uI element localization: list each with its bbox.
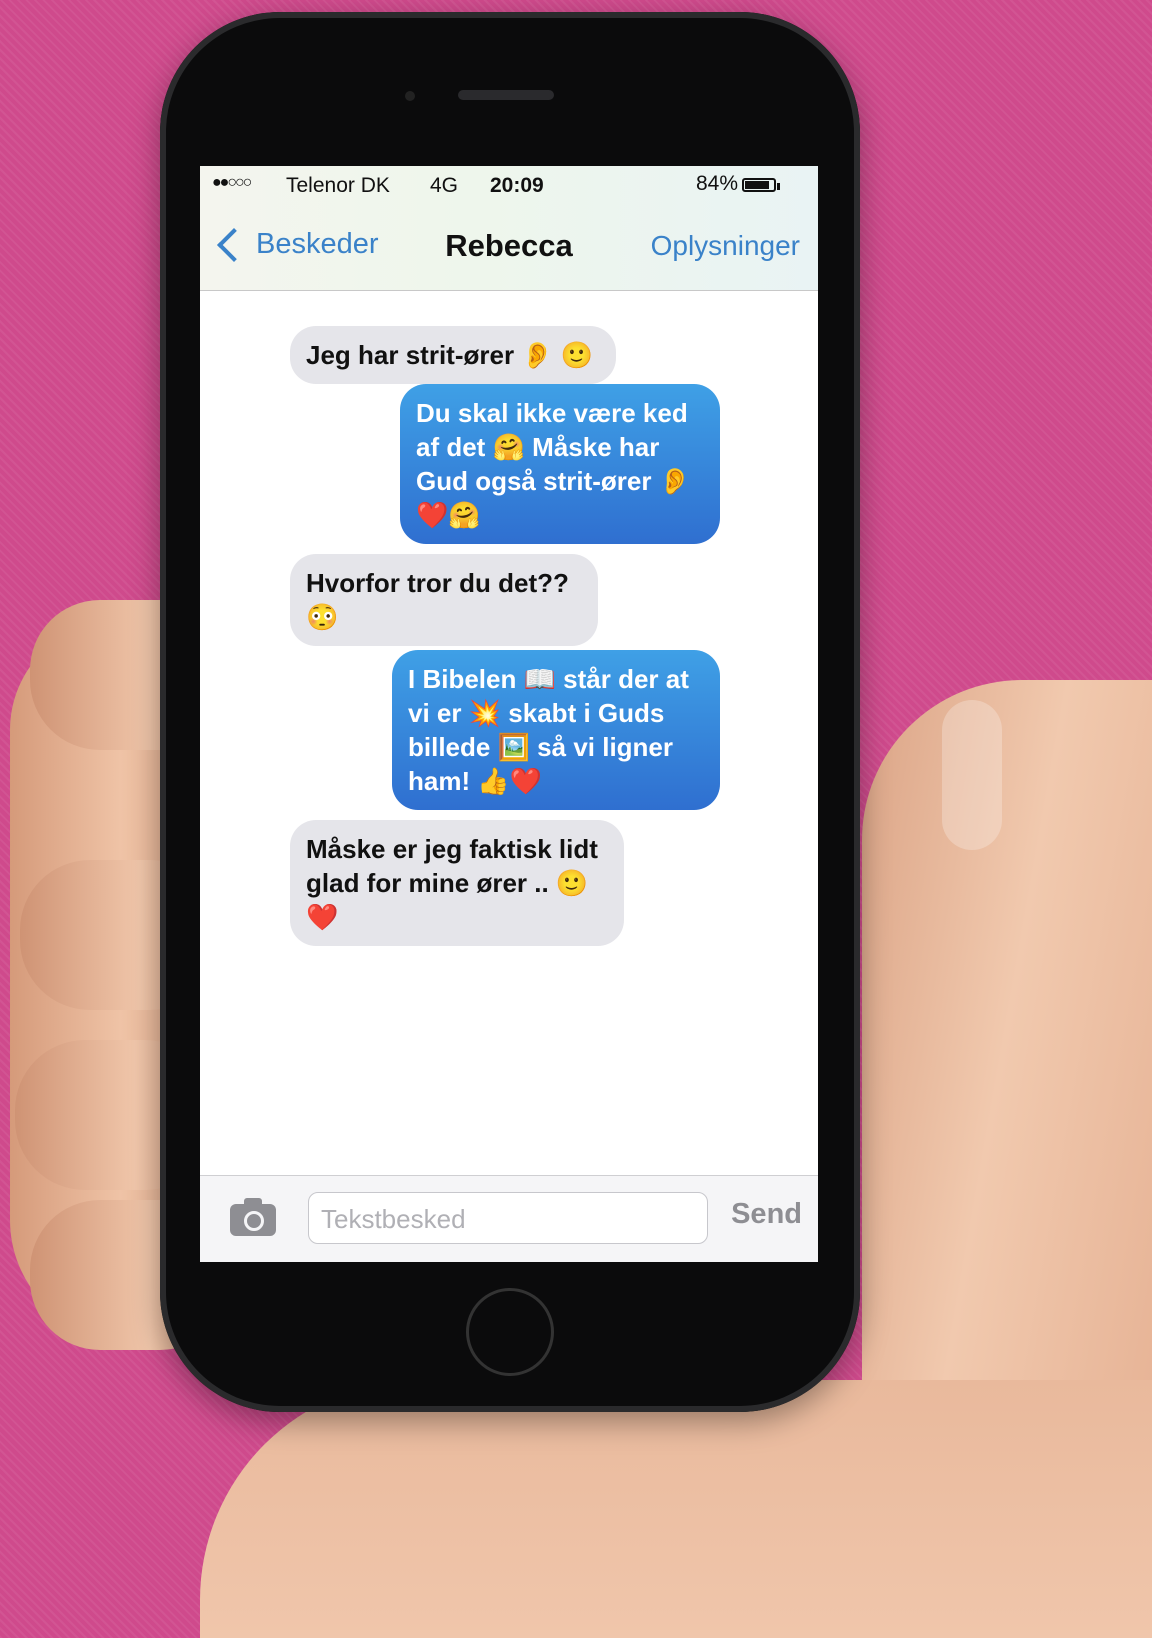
message-bubble-incoming[interactable]: Hvorfor tror du det?? 😳 [290, 554, 598, 646]
earpiece-speaker [458, 90, 554, 100]
battery-fill [745, 181, 769, 189]
phone-screen: ●●○○○ Telenor DK 4G 20:09 84% Beskeder R… [200, 166, 818, 1262]
top-bar: ●●○○○ Telenor DK 4G 20:09 84% Beskeder R… [200, 166, 818, 291]
send-button[interactable]: Send [731, 1198, 802, 1231]
network-type: 4G [430, 174, 459, 197]
navigation-bar: Beskeder Rebecca Oplysninger [200, 222, 818, 278]
composer-bar: Tekstbesked Send [200, 1175, 818, 1262]
clock: 20:09 [490, 174, 544, 197]
battery-nub [777, 183, 780, 190]
message-bubble-outgoing[interactable]: Du skal ikke være ked af det 🤗 Måske har… [400, 384, 720, 544]
message-input[interactable]: Tekstbesked [308, 1192, 708, 1244]
camera-icon[interactable] [230, 1198, 276, 1236]
message-bubble-outgoing[interactable]: I Bibelen 📖 står der at vi er 💥 skabt i … [392, 650, 720, 810]
status-bar: ●●○○○ Telenor DK 4G 20:09 84% [212, 172, 798, 200]
home-button[interactable] [466, 1288, 554, 1376]
palm [200, 1380, 1152, 1638]
details-button[interactable]: Oplysninger [651, 230, 800, 262]
thumb-nail [942, 700, 1002, 850]
message-bubble-incoming[interactable]: Måske er jeg faktisk lidt glad for mine … [290, 820, 624, 946]
battery-percentage: 84% [695, 172, 738, 195]
signal-strength-icon: ●●○○○ [212, 174, 252, 191]
message-bubble-incoming[interactable]: Jeg har strit-ører 👂 🙂 [290, 326, 616, 384]
battery-icon [742, 178, 776, 192]
carrier-name: Telenor DK [286, 174, 390, 197]
front-camera [405, 91, 415, 101]
